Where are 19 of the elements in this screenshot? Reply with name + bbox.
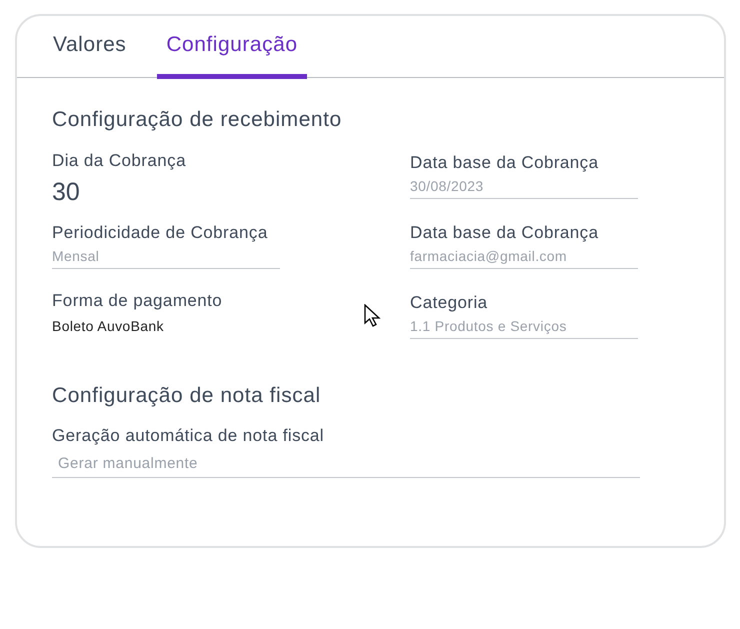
- field-label: Periodicidade de Cobrança: [52, 222, 269, 244]
- section-title: Configuração de nota fiscal: [52, 382, 322, 408]
- field-label: Data base da Cobrança: [410, 152, 600, 174]
- input-field[interactable]: Gerar manualmente: [52, 447, 640, 478]
- field-value: 30: [52, 176, 81, 208]
- section-title: Configuração de recebimento: [52, 107, 343, 133]
- tab[interactable]: Valores: [44, 15, 136, 79]
- field-label: Categoria: [410, 292, 489, 314]
- input-field[interactable]: 30/08/2023: [410, 174, 638, 198]
- input-field[interactable]: 1.1 Produtos e Serviços: [410, 314, 638, 338]
- field-value: Boleto AuvoBank: [52, 316, 165, 336]
- field-label: Dia da Cobrança: [52, 150, 187, 172]
- tab[interactable]: Configuração: [157, 15, 307, 79]
- input-field[interactable]: farmaciacia@gmail.com: [410, 244, 638, 268]
- field-label: Forma de pagamento: [52, 290, 224, 312]
- field-label: Geração automática de nota fiscal: [52, 425, 326, 447]
- input-field[interactable]: Mensal: [52, 244, 280, 268]
- field-label: Data base da Cobrança: [410, 222, 600, 244]
- cursor-icon: [364, 304, 382, 328]
